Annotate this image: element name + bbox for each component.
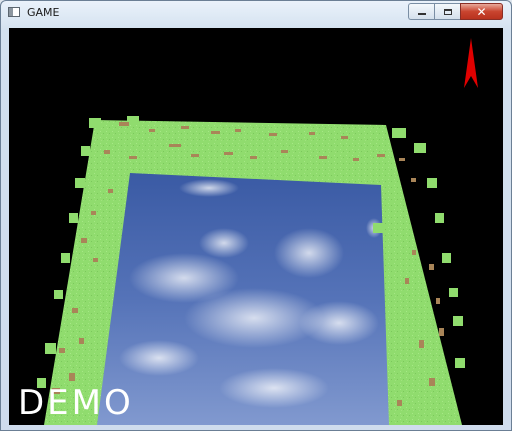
close-button[interactable]: ✕ bbox=[460, 3, 503, 20]
maximize-icon bbox=[443, 8, 452, 15]
red-arrow-compass-icon bbox=[464, 38, 478, 88]
window-title: GAME bbox=[27, 6, 60, 19]
title-bar[interactable]: GAME ✕ bbox=[1, 1, 511, 25]
demo-label: DEMO bbox=[18, 383, 134, 423]
game-window: GAME ✕ DEMO bbox=[0, 0, 512, 431]
minimize-button[interactable] bbox=[408, 3, 434, 20]
game-viewport[interactable]: DEMO bbox=[9, 28, 503, 425]
close-icon: ✕ bbox=[476, 4, 487, 19]
window-controls: ✕ bbox=[408, 3, 503, 21]
maximize-button[interactable] bbox=[434, 3, 460, 20]
minimize-icon bbox=[417, 13, 426, 15]
game-scene bbox=[37, 38, 478, 425]
app-window-icon bbox=[8, 7, 20, 17]
